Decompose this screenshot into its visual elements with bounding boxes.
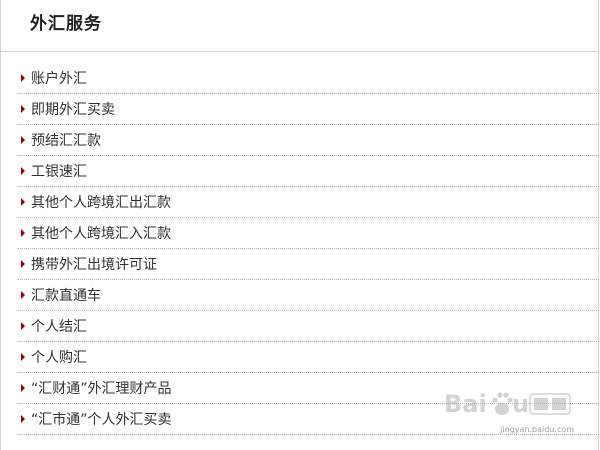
menu-item-label: 汇款直通车 [31,288,101,304]
menu-item-label: 账户外汇 [31,71,87,87]
menu-item-spot-forex-trading[interactable]: 即期外汇买卖 [17,94,599,125]
menu-item-remittance-express[interactable]: 汇款直通车 [17,280,599,311]
triangle-right-icon [21,291,25,299]
menu-item-label: 个人购汇 [31,350,87,366]
triangle-right-icon [21,322,25,330]
triangle-right-icon [21,167,25,175]
menu-item-inbound-remittance[interactable]: 其他个人跨境汇入汇款 [17,218,599,249]
triangle-right-icon [21,105,25,113]
menu-item-label: 携带外汇出境许可证 [31,257,157,273]
triangle-right-icon [21,353,25,361]
menu-item-label: 其他个人跨境汇入汇款 [31,226,171,242]
menu-item-account-forex[interactable]: 账户外汇 [17,63,599,94]
menu-item-outbound-remittance[interactable]: 其他个人跨境汇出汇款 [17,187,599,218]
menu-item-label: “汇市通”个人外汇买卖 [31,412,172,428]
triangle-right-icon [21,415,25,423]
triangle-right-icon [21,384,25,392]
menu-item-label: 即期外汇买卖 [31,102,115,118]
menu-item-icbc-express-remit[interactable]: 工银速汇 [17,156,599,187]
menu-item-personal-settlement[interactable]: 个人结汇 [17,311,599,342]
menu-item-personal-purchase[interactable]: 个人购汇 [17,342,599,373]
forex-service-menu: 账户外汇 即期外汇买卖 预结汇汇款 工银速汇 其他个人跨境汇出汇款 其他个人跨境… [1,63,599,435]
menu-item-carry-forex-permit[interactable]: 携带外汇出境许可证 [17,249,599,280]
panel-title: 外汇服务 [30,14,102,34]
menu-item-label: 预结汇汇款 [31,133,101,149]
forex-services-panel: 外汇服务 账户外汇 即期外汇买卖 预结汇汇款 工银速汇 其他个人跨境汇出汇款 其… [0,0,599,450]
menu-item-label: 个人结汇 [31,319,87,335]
triangle-right-icon [21,198,25,206]
menu-item-label: “汇财通”外汇理财产品 [31,381,172,397]
triangle-right-icon [21,74,25,82]
triangle-right-icon [21,229,25,237]
menu-item-huicaitong-products[interactable]: “汇财通”外汇理财产品 [17,373,599,404]
panel-header: 外汇服务 [1,0,598,52]
menu-item-label: 其他个人跨境汇出汇款 [31,195,171,211]
menu-item-pre-settlement-remittance[interactable]: 预结汇汇款 [17,125,599,156]
triangle-right-icon [21,136,25,144]
triangle-right-icon [21,260,25,268]
menu-item-huishitong-trading[interactable]: “汇市通”个人外汇买卖 [17,404,599,435]
menu-item-label: 工银速汇 [31,164,87,180]
